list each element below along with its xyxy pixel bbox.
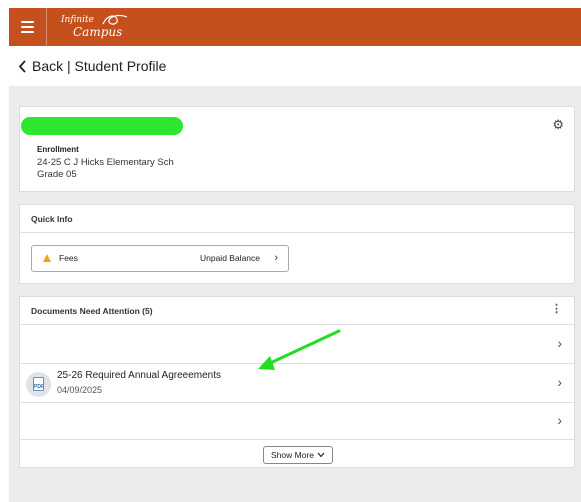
annotation-arrow-icon (258, 329, 341, 370)
